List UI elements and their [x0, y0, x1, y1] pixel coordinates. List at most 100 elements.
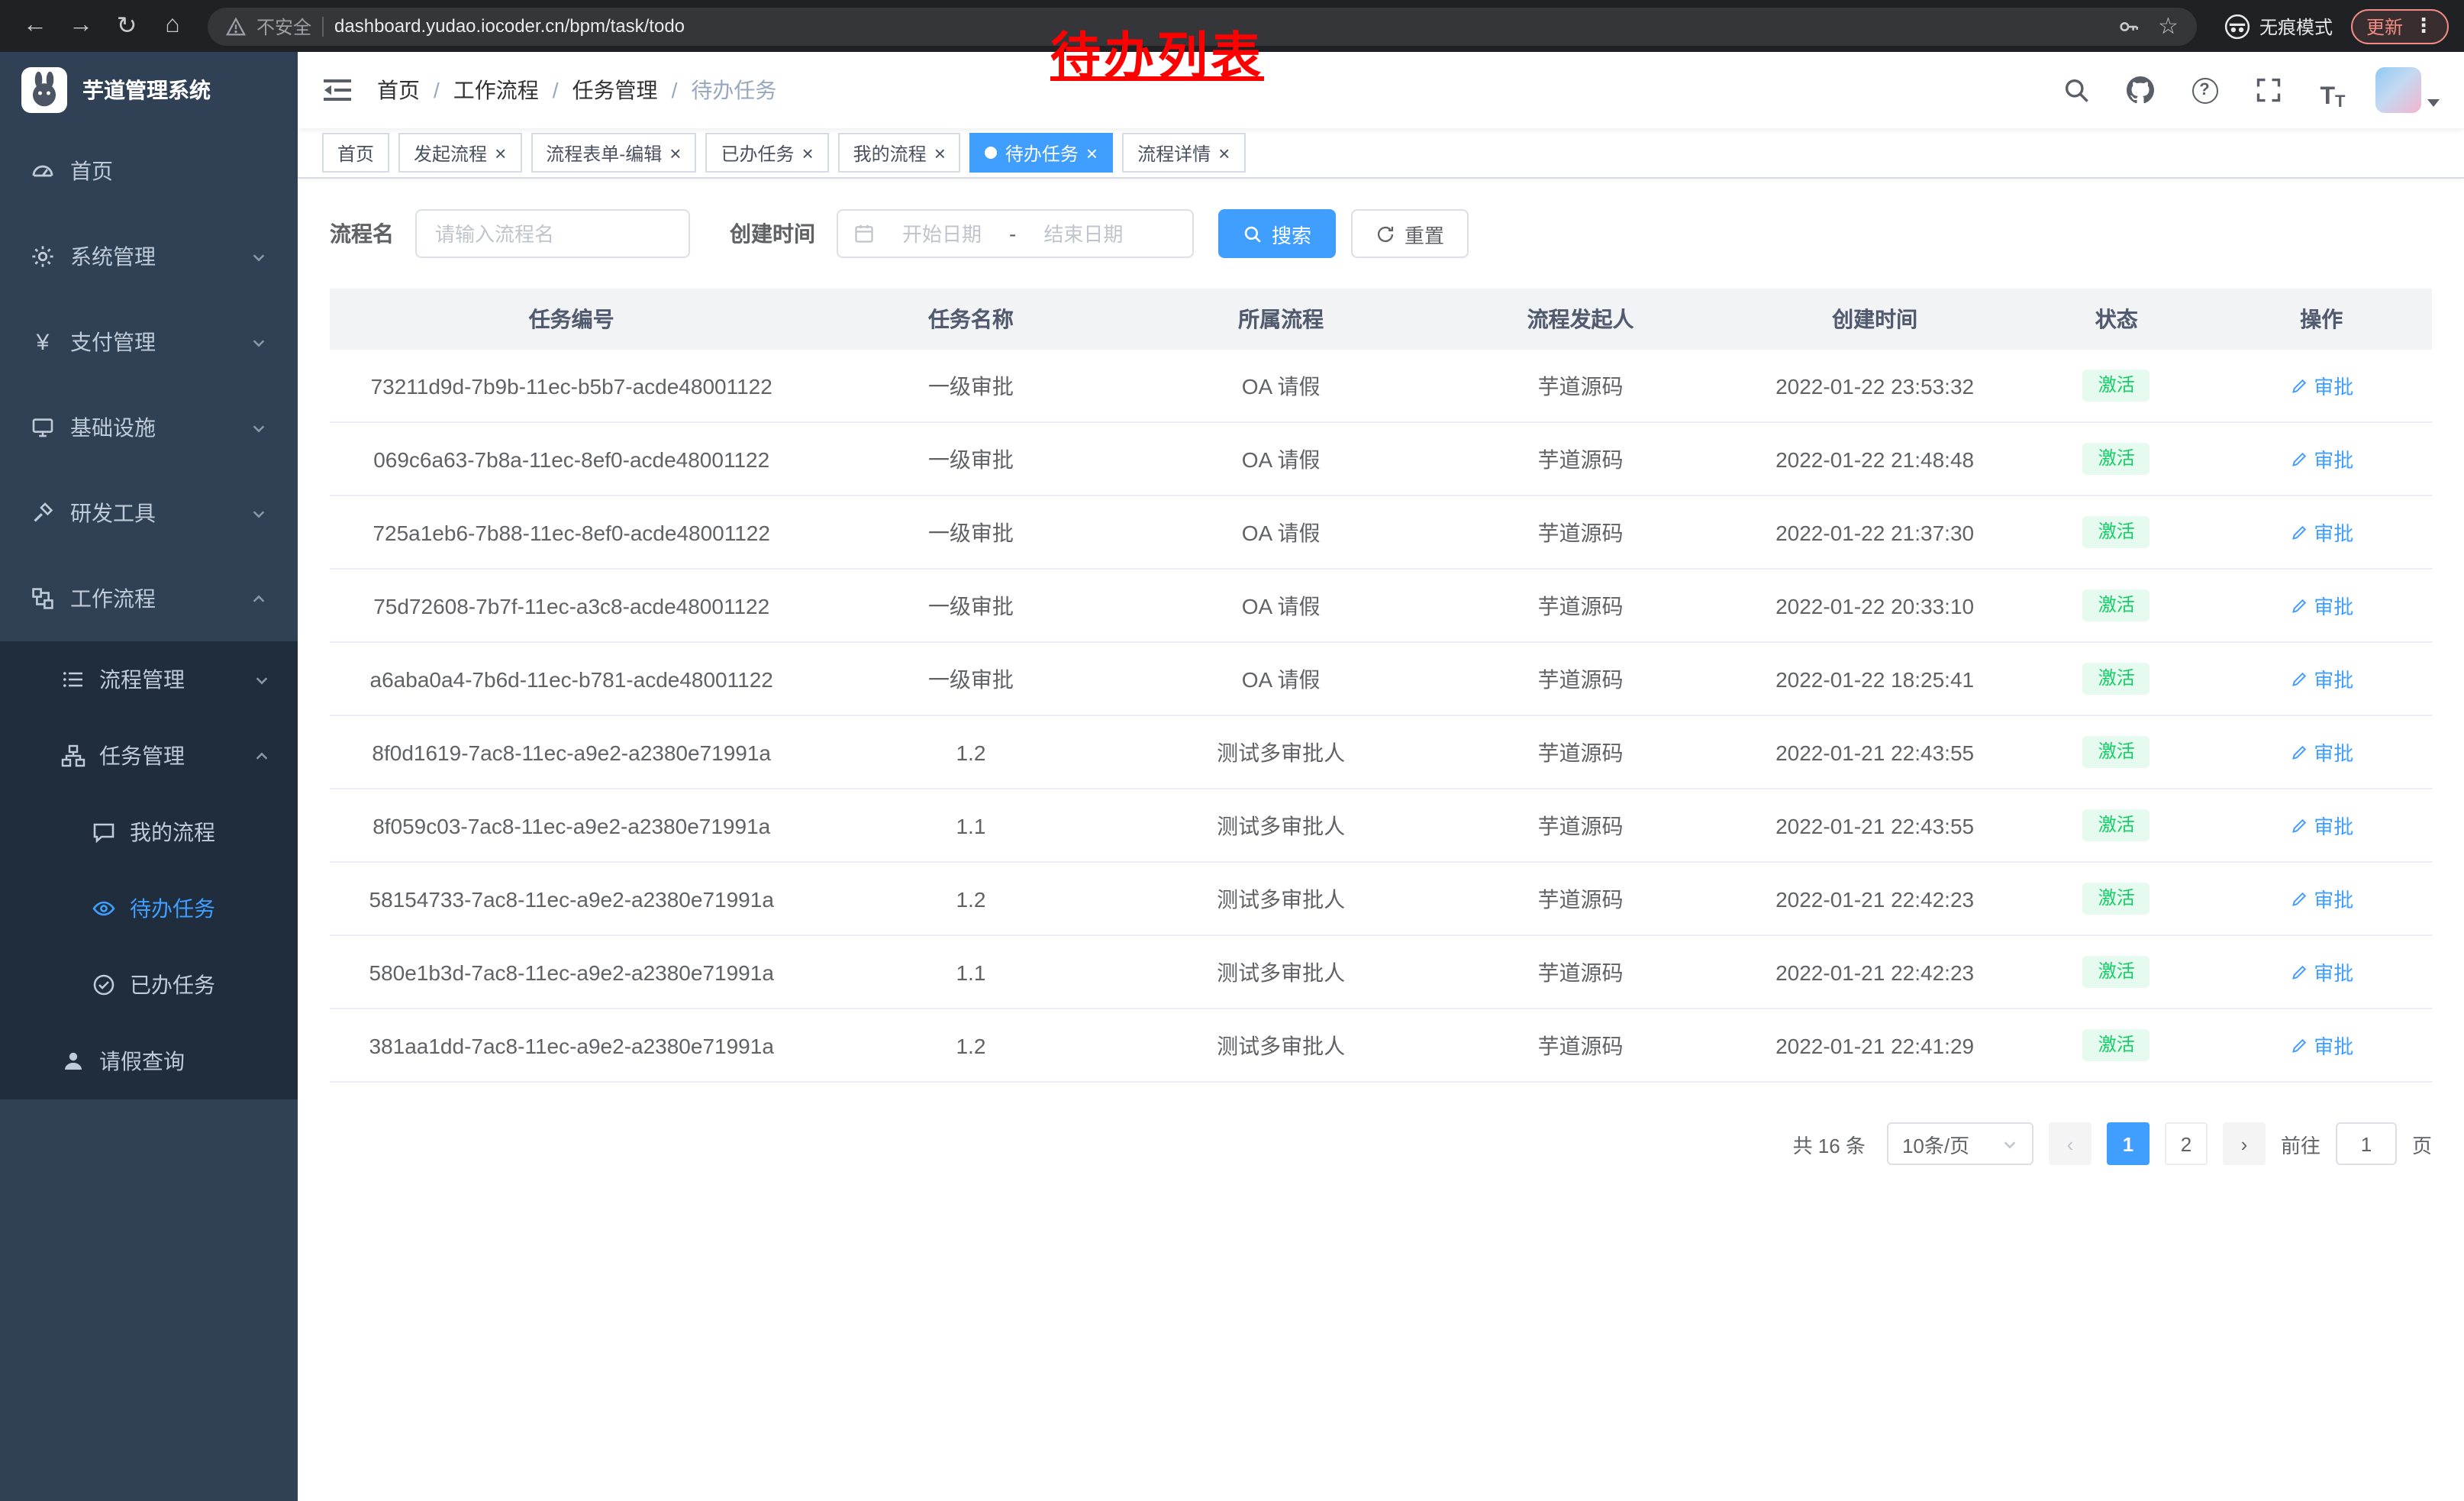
browser-home-icon[interactable]: ⌂ — [153, 6, 192, 46]
tab-label: 流程表单-编辑 — [546, 140, 662, 166]
date-range-picker[interactable]: - — [837, 209, 1194, 258]
back-icon[interactable]: ← — [15, 6, 55, 46]
reset-button[interactable]: 重置 — [1351, 209, 1469, 258]
sidebar-item-home[interactable]: 首页 — [0, 128, 298, 214]
yen-icon: ¥ — [31, 329, 55, 355]
cell-process: OA 请假 — [1129, 663, 1434, 694]
browser-menu-icon[interactable]: ⋮ — [2414, 14, 2433, 38]
approve-link[interactable]: 审批 — [2289, 444, 2353, 473]
close-icon[interactable]: × — [1218, 143, 1230, 163]
bookmark-star-icon[interactable]: ☆ — [2158, 12, 2179, 40]
cell-status: 激活 — [2022, 444, 2211, 475]
process-name-input[interactable] — [415, 209, 690, 258]
chevron-up-icon — [253, 747, 270, 764]
sidebar-item-devtools[interactable]: 研发工具 — [0, 470, 298, 556]
cell-task-id: 73211d9d-7b9b-11ec-b5b7-acde48001122 — [330, 373, 813, 398]
prev-page-button[interactable]: ‹ — [2049, 1122, 2091, 1165]
breadcrumb-workflow[interactable]: 工作流程 — [453, 75, 539, 105]
cell-task-id: 381aa1dd-7ac8-11ec-a9e2-a2380e71991a — [330, 1033, 813, 1057]
edit-icon — [2289, 670, 2308, 688]
tab-start-process[interactable]: 发起流程 × — [398, 133, 521, 173]
sidebar-item-payment[interactable]: ¥ 支付管理 — [0, 299, 298, 385]
cell-task-name: 1.2 — [813, 1033, 1128, 1057]
password-key-icon[interactable] — [2117, 15, 2140, 37]
search-button[interactable]: 搜索 — [1218, 209, 1336, 258]
breadcrumb-home[interactable]: 首页 — [377, 75, 420, 105]
cell-process: OA 请假 — [1129, 590, 1434, 621]
url-text: dashboard.yudao.iocoder.cn/bpm/task/todo — [334, 15, 685, 37]
tab-label: 待办任务 — [1005, 140, 1079, 166]
approve-link[interactable]: 审批 — [2289, 518, 2353, 547]
sidebar-item-task-management[interactable]: 任务管理 — [0, 718, 298, 794]
table-row: a6aba0a4-7b6d-11ec-b781-acde48001122 一级审… — [330, 643, 2432, 716]
next-page-button[interactable]: › — [2223, 1122, 2266, 1165]
chat-icon — [92, 820, 116, 844]
approve-link[interactable]: 审批 — [2289, 884, 2353, 913]
approve-link[interactable]: 审批 — [2289, 591, 2353, 620]
page-size-select[interactable]: 10条/页 — [1887, 1122, 2033, 1165]
refresh-icon — [1376, 224, 1395, 244]
font-size-icon[interactable]: TT — [2311, 69, 2354, 111]
tab-home[interactable]: 首页 — [322, 133, 389, 173]
approve-link[interactable]: 审批 — [2289, 664, 2353, 693]
hamburger-icon[interactable] — [322, 75, 353, 105]
app-logo — [21, 67, 67, 113]
user-avatar[interactable] — [2375, 67, 2421, 113]
fullscreen-icon[interactable] — [2247, 69, 2290, 111]
sidebar-item-my-process[interactable]: 我的流程 — [0, 794, 298, 870]
cell-task-name: 一级审批 — [813, 590, 1128, 621]
sidebar-item-process-management[interactable]: 流程管理 — [0, 641, 298, 718]
approve-link[interactable]: 审批 — [2289, 738, 2353, 767]
forward-icon[interactable]: → — [61, 6, 101, 46]
tab-label: 流程详情 — [1137, 140, 1211, 166]
sidebar-item-workflow[interactable]: 工作流程 — [0, 556, 298, 641]
close-icon[interactable]: × — [934, 143, 946, 163]
cell-task-id: 58154733-7ac8-11ec-a9e2-a2380e71991a — [330, 886, 813, 911]
sidebar-item-done-tasks[interactable]: 已办任务 — [0, 947, 298, 1023]
close-icon[interactable]: × — [669, 143, 681, 163]
browser-update-button[interactable]: 更新 ⋮ — [2351, 8, 2449, 44]
list-icon — [61, 667, 85, 692]
approve-label: 审批 — [2314, 738, 2353, 767]
close-icon[interactable]: × — [801, 143, 813, 163]
sidebar-item-infrastructure[interactable]: 基础设施 — [0, 385, 298, 470]
page-button-2[interactable]: 2 — [2165, 1122, 2208, 1165]
end-date-input[interactable] — [1027, 222, 1140, 245]
help-icon[interactable]: ? — [2183, 69, 2226, 111]
cell-action: 审批 — [2211, 738, 2432, 767]
search-button-label: 搜索 — [1272, 219, 1311, 248]
tab-my-process[interactable]: 我的流程 × — [838, 133, 961, 173]
reload-icon[interactable]: ↻ — [107, 6, 147, 46]
page-button-1[interactable]: 1 — [2107, 1122, 2150, 1165]
search-icon — [1243, 224, 1263, 244]
app-logo-row[interactable]: 芋道管理系统 — [0, 52, 298, 128]
approve-link[interactable]: 审批 — [2289, 811, 2353, 840]
github-icon[interactable] — [2119, 69, 2162, 111]
tab-todo-tasks[interactable]: 待办任务 × — [970, 133, 1113, 173]
edit-icon — [2289, 450, 2308, 468]
table-row: 75d72608-7b7f-11ec-a3c8-acde48001122 一级审… — [330, 570, 2432, 643]
tab-done-tasks[interactable]: 已办任务 × — [705, 133, 828, 173]
search-icon[interactable] — [2055, 69, 2098, 111]
dashboard-icon — [31, 159, 55, 183]
approve-label: 审批 — [2314, 884, 2353, 913]
eye-icon — [92, 896, 116, 921]
user-menu[interactable] — [2375, 67, 2440, 113]
goto-page-input[interactable] — [2336, 1122, 2397, 1165]
approve-link[interactable]: 审批 — [2289, 371, 2353, 400]
tab-process-form-edit[interactable]: 流程表单-编辑 × — [531, 133, 696, 173]
start-date-input[interactable] — [885, 222, 998, 245]
sidebar-item-leave-query[interactable]: 请假查询 — [0, 1023, 298, 1099]
approve-label: 审批 — [2314, 371, 2353, 400]
cell-task-id: 580e1b3d-7ac8-11ec-a9e2-a2380e71991a — [330, 960, 813, 984]
close-icon[interactable]: × — [1086, 143, 1098, 163]
approve-link[interactable]: 审批 — [2289, 957, 2353, 986]
reset-button-label: 重置 — [1405, 219, 1444, 248]
cell-created: 2022-01-22 21:37:30 — [1727, 520, 2022, 544]
sidebar-item-system[interactable]: 系统管理 — [0, 214, 298, 299]
tab-process-detail[interactable]: 流程详情 × — [1122, 133, 1245, 173]
sidebar-item-todo-tasks[interactable]: 待办任务 — [0, 870, 298, 947]
breadcrumb-task-management[interactable]: 任务管理 — [572, 75, 658, 105]
close-icon[interactable]: × — [495, 143, 506, 163]
approve-link[interactable]: 审批 — [2289, 1031, 2353, 1060]
